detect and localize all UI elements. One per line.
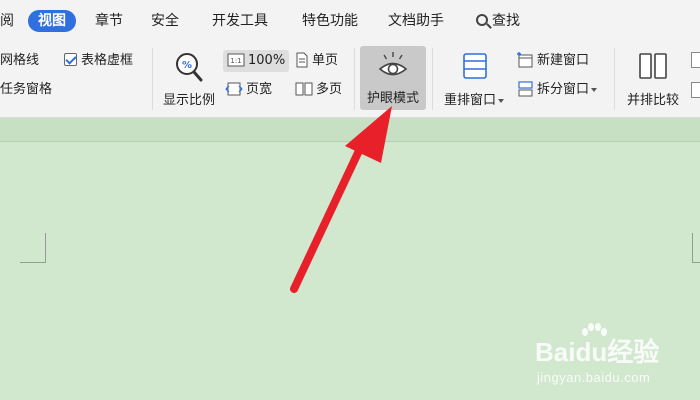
watermark-url: jingyan.baidu.com — [537, 370, 651, 385]
baidu-jingyan-watermark: Baidu经验 jingyan.baidu.com — [535, 322, 695, 392]
watermark-brand: Baidu经验 — [535, 337, 660, 367]
